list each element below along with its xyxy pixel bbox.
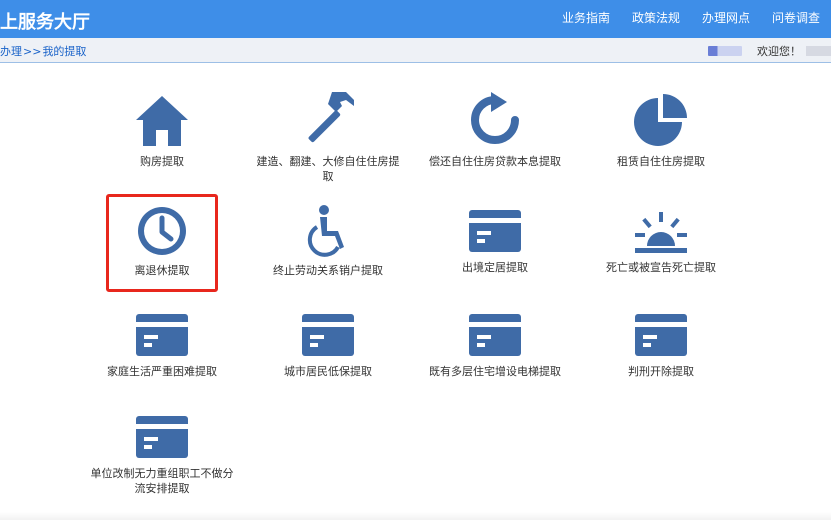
tile-rental[interactable]: 租赁自住住房提取: [586, 90, 736, 169]
card-icon: [469, 314, 521, 356]
card-icon: [469, 210, 521, 252]
tile-label: 租赁自住住房提取: [617, 155, 705, 168]
site-title: 上服务大厅: [0, 12, 90, 33]
tile-death[interactable]: 死亡或被宣告死亡提取: [586, 206, 736, 275]
card-icon: [136, 416, 188, 458]
hammer-icon: [308, 92, 354, 143]
tile-label: 终止劳动关系销户提取: [273, 264, 383, 277]
breadcrumb-parent[interactable]: 办理: [0, 45, 22, 58]
tile-label: 城市居民低保提取: [284, 365, 372, 378]
breadcrumb-separator: >>: [23, 45, 42, 58]
sunrise-icon: [635, 212, 687, 253]
tile-elevator[interactable]: 既有多层住宅增设电梯提取: [420, 310, 570, 379]
top-header: 上服务大厅 业务指南 政策法规 办理网点 问卷调查 下载: [0, 0, 831, 38]
tile-minimum-living[interactable]: 城市居民低保提取: [253, 310, 403, 379]
tile-emigration[interactable]: 出境定居提取: [420, 206, 570, 275]
user-avatar-blur: [708, 46, 742, 56]
username-blur: [806, 46, 831, 56]
main-nav: 业务指南 政策法规 办理网点 问卷调查 下载: [562, 8, 831, 28]
card-icon: [635, 314, 687, 356]
tile-loan-repayment[interactable]: 偿还自住住房贷款本息提取: [420, 90, 570, 169]
tile-label: 死亡或被宣告死亡提取: [606, 261, 716, 274]
tile-house-purchase[interactable]: 购房提取: [87, 90, 237, 169]
tile-label: 家庭生活严重困难提取: [107, 365, 217, 378]
tile-family-hardship[interactable]: 家庭生活严重困难提取: [87, 310, 237, 379]
breadcrumb-current[interactable]: 我的提取: [42, 45, 86, 58]
pie-chart-icon: [634, 94, 687, 146]
card-icon: [136, 314, 188, 356]
tile-label: 偿还自住住房贷款本息提取: [429, 155, 561, 168]
selection-highlight: [106, 194, 218, 292]
tile-label: 既有多层住宅增设电梯提取: [429, 365, 561, 378]
tile-label: 判刑开除提取: [628, 365, 694, 378]
refresh-icon: [471, 92, 519, 144]
breadcrumb: 办理>>我的提取: [0, 43, 86, 59]
wheelchair-icon: [307, 205, 344, 257]
tile-label: 购房提取: [140, 155, 184, 168]
nav-item-service-points[interactable]: 办理网点: [702, 8, 750, 28]
tile-enterprise-restructure[interactable]: 单位改制无力重组职工不做分流安排提取: [87, 412, 237, 496]
tile-labor-termination[interactable]: 终止劳动关系销户提取: [253, 203, 403, 278]
nav-item-business-guide[interactable]: 业务指南: [562, 8, 610, 28]
house-icon: [136, 96, 188, 146]
tile-sentenced-dismissed[interactable]: 判刑开除提取: [586, 310, 736, 379]
welcome-text: 欢迎您！: [757, 45, 801, 58]
nav-item-policies[interactable]: 政策法规: [632, 8, 680, 28]
nav-item-survey[interactable]: 问卷调查: [772, 8, 820, 28]
breadcrumb-bar: 办理>>我的提取: [0, 38, 831, 63]
card-icon: [302, 314, 354, 356]
page-bottom-edge: [0, 512, 831, 520]
tile-label: 建造、翻建、大修自住住房提取: [256, 155, 400, 183]
tile-build-repair[interactable]: 建造、翻建、大修自住住房提取: [253, 86, 403, 184]
tile-label: 出境定居提取: [462, 261, 528, 274]
tile-label: 单位改制无力重组职工不做分流安排提取: [90, 467, 234, 495]
